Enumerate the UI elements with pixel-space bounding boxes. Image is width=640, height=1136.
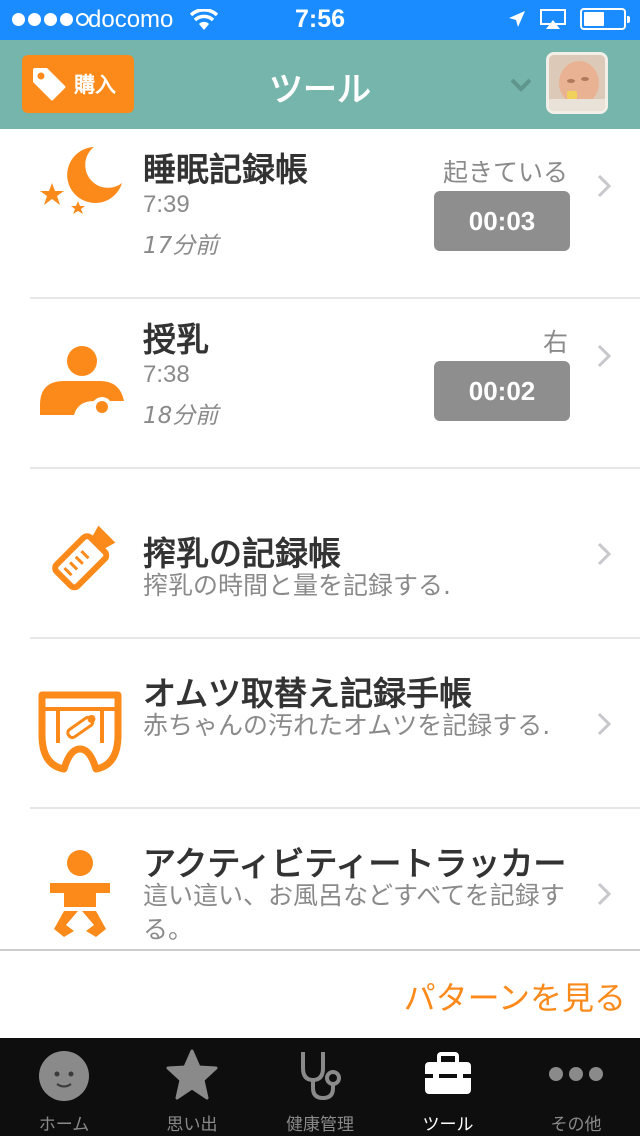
- toolbox-icon: [425, 1052, 471, 1094]
- tool-list: 睡眠記録帳 7:39 17分前 起きている 00:03 授乳 7:38 18分前…: [0, 129, 640, 979]
- star-icon: [166, 1049, 218, 1100]
- row-time: 7:39: [143, 191, 190, 218]
- tab-label: 思い出: [166, 1115, 218, 1135]
- row-title: 搾乳の記録帳: [143, 534, 341, 573]
- avatar[interactable]: [546, 52, 608, 114]
- baby-icon: [50, 850, 110, 937]
- view-patterns-link[interactable]: パターンを見る: [404, 973, 626, 1019]
- row-title: 授乳: [143, 320, 209, 359]
- tab-label: 健康管理: [286, 1115, 354, 1135]
- timer-button[interactable]: 00:03: [434, 191, 570, 251]
- tab-label: ホーム: [38, 1115, 90, 1135]
- row-time: 7:38: [143, 361, 190, 388]
- list-item-feeding[interactable]: 授乳 7:38 18分前 右 00:02: [0, 299, 640, 469]
- nav-bar: 購入 ツール: [0, 40, 640, 129]
- timer-button[interactable]: 00:02: [434, 361, 570, 421]
- row-description: 赤ちゃんの汚れたオムツを記録する.: [143, 711, 551, 740]
- baby-face-icon: [39, 1051, 89, 1101]
- row-description: 這い這い、お風呂などすべてを記録する。: [143, 881, 565, 944]
- list-item-pumping-log[interactable]: 搾乳の記録帳 搾乳の時間と量を記録する.: [0, 469, 640, 639]
- tab-health[interactable]: 健康管理: [256, 1038, 384, 1136]
- chevron-right-icon: [597, 542, 612, 566]
- row-status: 起きている: [442, 158, 568, 187]
- page-title: ツール: [269, 70, 371, 110]
- status-bar: docomo 7:56: [0, 0, 640, 40]
- row-title: オムツ取替え記録手帳: [143, 674, 473, 713]
- chevron-right-icon: [597, 882, 612, 906]
- more-icon: [549, 1067, 603, 1081]
- row-ago: 17分前: [143, 233, 219, 259]
- row-status: 右: [542, 328, 568, 357]
- tab-tools[interactable]: ツール: [384, 1038, 512, 1136]
- chevron-right-icon: [597, 712, 612, 736]
- bottle-icon: [52, 525, 116, 591]
- stethoscope-icon: [301, 1052, 341, 1101]
- row-title: 睡眠記録帳: [143, 150, 308, 189]
- pattern-area: パターンを見る: [0, 949, 640, 1038]
- tab-home[interactable]: ホーム: [0, 1038, 128, 1136]
- moon-stars-icon: [40, 147, 122, 214]
- tab-bar: ホーム 思い出 健康管理 ツール その他: [0, 1038, 640, 1136]
- location-icon: [509, 11, 525, 27]
- battery-icon: [580, 8, 630, 30]
- chevron-down-icon[interactable]: [510, 78, 532, 92]
- list-item-sleep-log[interactable]: 睡眠記録帳 7:39 17分前 起きている 00:03: [0, 129, 640, 299]
- tab-label: その他: [550, 1115, 602, 1135]
- row-title: アクティビティートラッカー: [143, 844, 567, 883]
- tab-label: ツール: [422, 1115, 474, 1135]
- row-ago: 18分前: [143, 403, 219, 429]
- airplay-icon: [540, 9, 566, 29]
- chevron-right-icon: [597, 344, 612, 368]
- breastfeeding-icon: [40, 346, 124, 417]
- list-item-diaper-log[interactable]: オムツ取替え記録手帳 赤ちゃんの汚れたオムツを記録する.: [0, 639, 640, 809]
- row-description: 搾乳の時間と量を記録する.: [143, 571, 451, 600]
- tab-more[interactable]: その他: [512, 1038, 640, 1136]
- tab-memories[interactable]: 思い出: [128, 1038, 256, 1136]
- diaper-icon: [38, 691, 122, 773]
- chevron-right-icon: [597, 174, 612, 198]
